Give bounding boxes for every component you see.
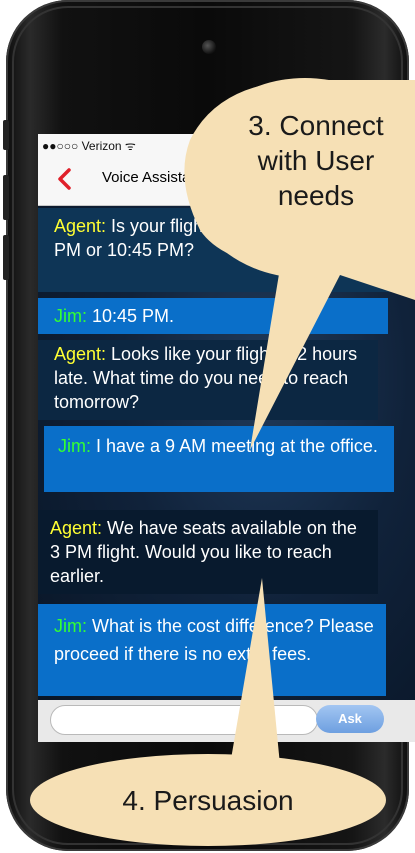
persuasion-callout-pointer <box>230 578 280 765</box>
connect-line-1: 3. Connect <box>248 110 384 141</box>
connect-callout-text: 3. Connect with User needs <box>224 108 408 213</box>
connect-line-3: needs <box>277 180 355 211</box>
connect-line-2: with User <box>257 145 375 176</box>
persuasion-callout-text: 4. Persuasion <box>122 785 294 816</box>
